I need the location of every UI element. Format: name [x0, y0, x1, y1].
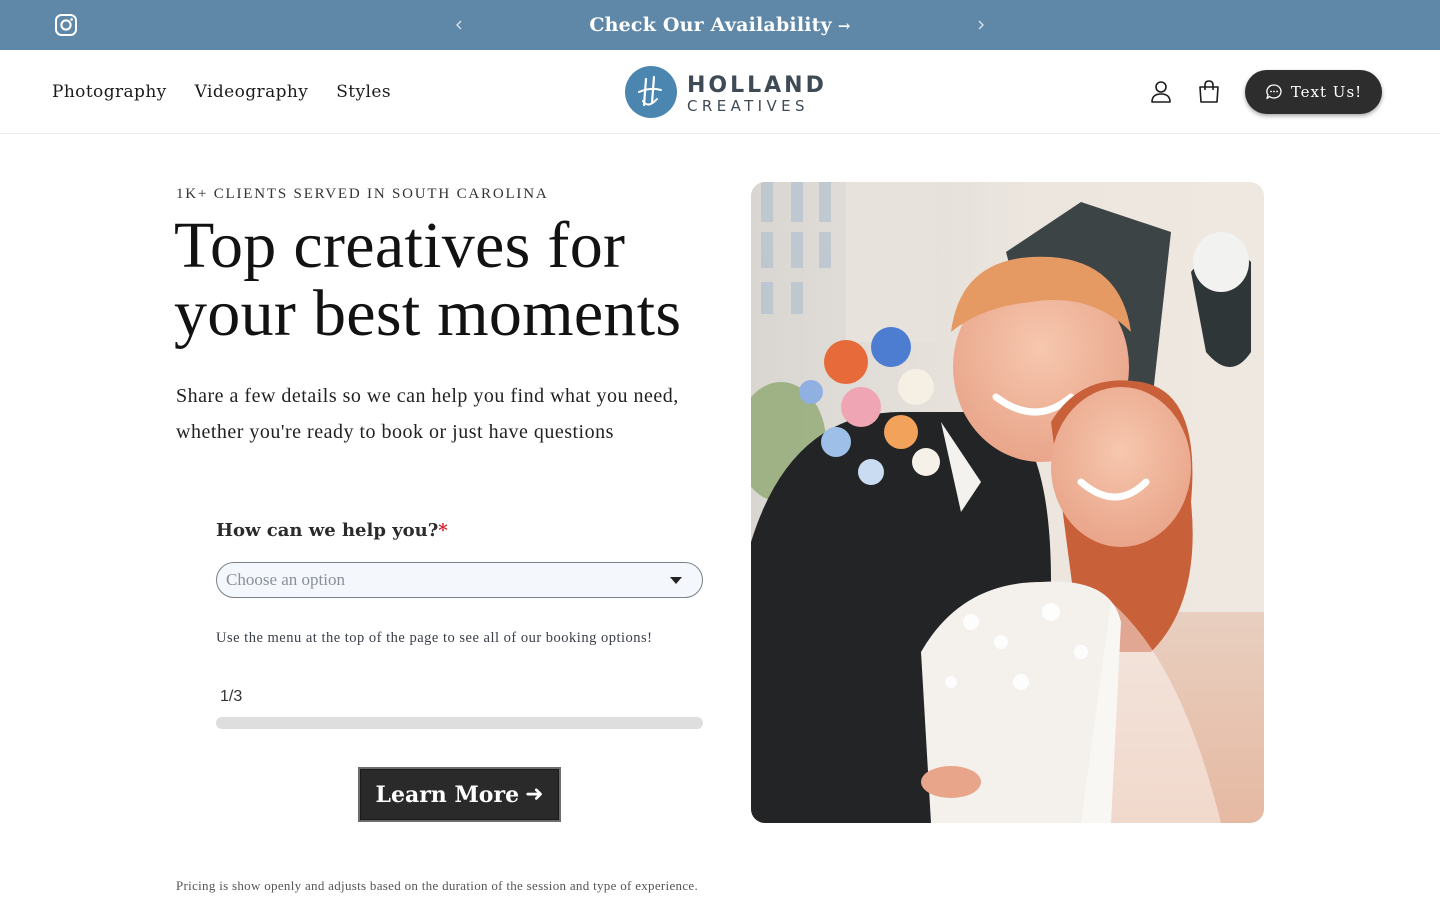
help-select[interactable]: Choose an option — [216, 562, 703, 598]
user-icon[interactable] — [1149, 79, 1173, 105]
shopping-bag-icon[interactable] — [1197, 79, 1221, 105]
logo-wordmark-top: HOLLAND — [687, 73, 827, 98]
form-step-counter: 1/3 — [220, 688, 243, 705]
availability-link[interactable]: Check Our Availability → — [480, 0, 960, 50]
learn-more-label: Learn More — [375, 781, 520, 808]
form-progress-bar — [216, 717, 703, 729]
chat-bubble-icon — [1266, 84, 1282, 100]
learn-more-button[interactable]: Learn More ➜ — [358, 767, 561, 822]
required-marker: * — [438, 520, 448, 541]
hero-eyebrow: 1K+ CLIENTS SERVED IN SOUTH CAROLINA — [176, 186, 549, 202]
site-logo[interactable]: HOLLAND CREATIVES — [624, 65, 824, 119]
announcement-bar: Check Our Availability → — [0, 0, 1440, 50]
hero-photo — [751, 182, 1264, 823]
logo-mark-icon — [625, 66, 677, 118]
site-header: Photography Videography Styles HOLLAND C… — [0, 50, 1440, 134]
instagram-icon[interactable] — [54, 13, 78, 37]
chevron-right-icon[interactable] — [975, 16, 987, 34]
chevron-left-icon[interactable] — [453, 16, 465, 34]
pricing-footnote: Pricing is show openly and adjusts based… — [176, 878, 699, 893]
text-us-label: Text Us! — [1290, 83, 1363, 101]
caret-down-icon — [670, 577, 682, 584]
form-question: How can we help you?* — [216, 520, 448, 541]
hero-subtext: Share a few details so we can help you f… — [176, 385, 679, 443]
nav-item-videography[interactable]: Videography — [195, 82, 309, 102]
form-question-text: How can we help you? — [216, 520, 439, 541]
form-hint: Use the menu at the top of the page to s… — [216, 630, 653, 646]
nav-item-photography[interactable]: Photography — [52, 82, 167, 102]
arrow-right-icon: → — [837, 17, 851, 35]
page-title: Top creatives for your best moments — [174, 209, 682, 350]
couple-photo — [751, 182, 1264, 823]
nav-item-styles[interactable]: Styles — [336, 82, 391, 102]
arrow-right-icon: ➜ — [525, 782, 544, 807]
availability-link-label: Check Our Availability — [589, 14, 832, 36]
main-nav: Photography Videography Styles — [52, 50, 391, 134]
help-select-placeholder: Choose an option — [226, 570, 345, 589]
logo-wordmark-bottom: CREATIVES — [687, 97, 809, 115]
text-us-button[interactable]: Text Us! — [1245, 70, 1382, 114]
